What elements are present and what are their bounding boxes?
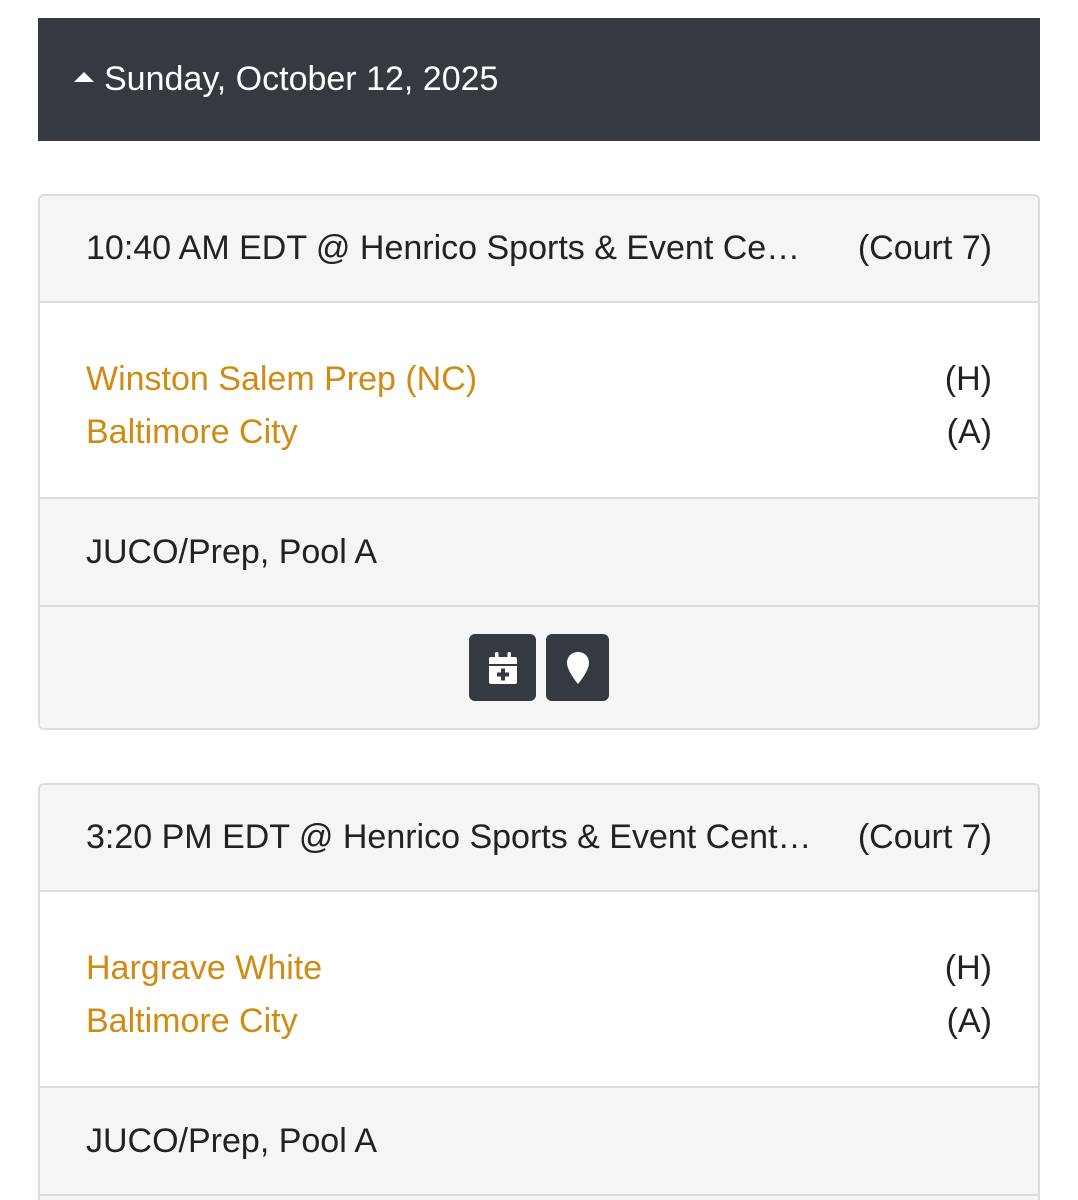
- away-team-link[interactable]: Baltimore City: [86, 1002, 298, 1041]
- home-team-row: Hargrave White (H): [86, 942, 992, 995]
- schedule-page: Sunday, October 12, 2025 10:40 AM EDT @ …: [0, 0, 1078, 1200]
- game-actions: [40, 607, 1038, 728]
- court-label: (Court 7): [857, 229, 992, 267]
- away-team-row: Baltimore City (A): [86, 406, 992, 459]
- home-label: (H): [944, 949, 992, 987]
- caret-up-icon: [74, 71, 94, 82]
- game-card: 10:40 AM EDT @ Henrico Sports & Event Ce…: [38, 194, 1040, 730]
- date-label: Sunday, October 12, 2025: [104, 60, 499, 98]
- court-label: (Court 7): [857, 818, 992, 856]
- date-group-header[interactable]: Sunday, October 12, 2025: [38, 18, 1040, 141]
- game-time-venue: 10:40 AM EDT @ Henrico Sports & Event Ce…: [86, 229, 801, 267]
- game-header: 10:40 AM EDT @ Henrico Sports & Event Ce…: [40, 196, 1038, 303]
- home-team-row: Winston Salem Prep (NC) (H): [86, 353, 992, 406]
- away-team-row: Baltimore City (A): [86, 995, 992, 1048]
- away-label: (A): [946, 413, 992, 451]
- game-time-venue: 3:20 PM EDT @ Henrico Sports & Event Cen…: [86, 818, 812, 856]
- away-label: (A): [946, 1002, 992, 1040]
- teams-section: Winston Salem Prep (NC) (H) Baltimore Ci…: [40, 303, 1038, 499]
- home-team-link[interactable]: Hargrave White: [86, 949, 322, 988]
- game-header: 3:20 PM EDT @ Henrico Sports & Event Cen…: [40, 785, 1038, 892]
- home-label: (H): [944, 360, 992, 398]
- map-marker-icon: [566, 651, 589, 684]
- away-team-link[interactable]: Baltimore City: [86, 413, 298, 452]
- add-to-calendar-button[interactable]: [469, 634, 536, 701]
- home-team-link[interactable]: Winston Salem Prep (NC): [86, 360, 477, 399]
- division-label: JUCO/Prep, Pool A: [40, 1088, 1038, 1196]
- game-card: 3:20 PM EDT @ Henrico Sports & Event Cen…: [38, 783, 1040, 1200]
- calendar-plus-icon: [488, 651, 517, 684]
- directions-button[interactable]: [546, 634, 609, 701]
- division-label: JUCO/Prep, Pool A: [40, 499, 1038, 607]
- teams-section: Hargrave White (H) Baltimore City (A): [40, 892, 1038, 1088]
